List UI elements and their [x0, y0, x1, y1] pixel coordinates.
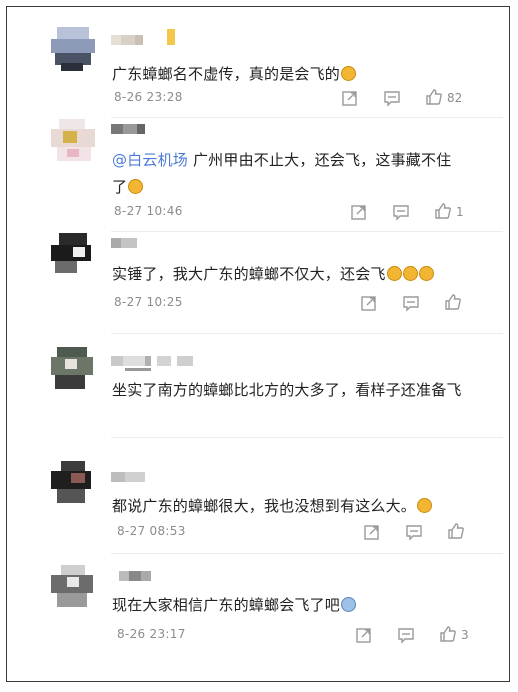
mention-link[interactable]: @白云机场	[112, 151, 188, 169]
like-count: 1	[456, 205, 464, 219]
comment-body: 实锤了，我大广东的蟑螂不仅大，还会飞	[112, 265, 386, 283]
comment-icon[interactable]	[383, 89, 401, 107]
crying-laughing-face-emoji	[386, 266, 402, 281]
share-icon[interactable]	[360, 294, 378, 312]
crying-laughing-face-emoji	[402, 266, 418, 281]
comment-time: 8-27 08:53	[117, 524, 186, 538]
divider	[111, 333, 503, 334]
comment-icon[interactable]	[402, 294, 420, 312]
comment-time: 8-26 23:17	[117, 627, 186, 641]
comment-time: 8-27 10:46	[114, 204, 183, 218]
avatar[interactable]	[51, 565, 95, 609]
comment-text: 实锤了，我大广东的蟑螂不仅大，还会飞	[112, 261, 462, 288]
comment-icon[interactable]	[397, 626, 415, 644]
avatar[interactable]	[51, 27, 95, 71]
share-icon[interactable]	[363, 523, 381, 541]
comment-text: 现在大家相信广东的蟑螂会飞了吧	[112, 592, 462, 619]
divider	[111, 117, 503, 118]
comment-body: 现在大家相信广东的蟑螂会飞了吧	[112, 596, 341, 614]
avatar[interactable]	[51, 461, 95, 505]
divider	[111, 553, 503, 554]
share-icon[interactable]	[341, 89, 359, 107]
crying-laughing-face-emoji	[418, 266, 434, 281]
thumbs-up-icon[interactable]	[425, 88, 443, 106]
comment-text: 都说广东的蟑螂很大，我也没想到有这么大。	[112, 493, 462, 520]
comment-body: 广东蟑螂名不虚传，真的是会飞的	[112, 65, 341, 83]
thumbs-up-icon[interactable]	[434, 202, 452, 220]
comment-list: 广东蟑螂名不虚传，真的是会飞的 8-26 23:28 82 @白云机场 广州甲由…	[6, 6, 510, 682]
avatar[interactable]	[51, 233, 95, 277]
divider	[111, 231, 503, 232]
share-icon[interactable]	[355, 626, 373, 644]
comment-text: @白云机场 广州甲由不止大，还会飞，这事藏不住了	[112, 147, 462, 201]
crying-laughing-face-emoji	[128, 179, 144, 194]
comment-time: 8-26 23:28	[114, 90, 183, 104]
comment-icon[interactable]	[405, 523, 423, 541]
comment-icon[interactable]	[392, 203, 410, 221]
like-count: 3	[461, 628, 469, 642]
avatar[interactable]	[51, 119, 95, 163]
cat-face-emoji	[417, 498, 433, 513]
shocked-face-emoji	[341, 597, 357, 612]
comment-time: 8-27 10:25	[114, 295, 183, 309]
thumbs-up-icon[interactable]	[447, 522, 465, 540]
comment-body: 都说广东的蟑螂很大，我也没想到有这么大。	[112, 497, 417, 515]
avatar[interactable]	[51, 347, 95, 391]
share-icon[interactable]	[350, 203, 368, 221]
comment-text: 坐实了南方的蟑螂比北方的大多了，看样子还准备飞	[112, 377, 462, 404]
thumbs-up-icon[interactable]	[444, 293, 462, 311]
laughing-face-emoji	[341, 66, 357, 81]
comment-body: 坐实了南方的蟑螂比北方的大多了，看样子还准备飞	[112, 381, 462, 399]
divider	[111, 437, 503, 438]
like-count: 82	[447, 91, 463, 105]
thumbs-up-icon[interactable]	[439, 625, 457, 643]
comment-text: 广东蟑螂名不虚传，真的是会飞的	[112, 61, 462, 88]
